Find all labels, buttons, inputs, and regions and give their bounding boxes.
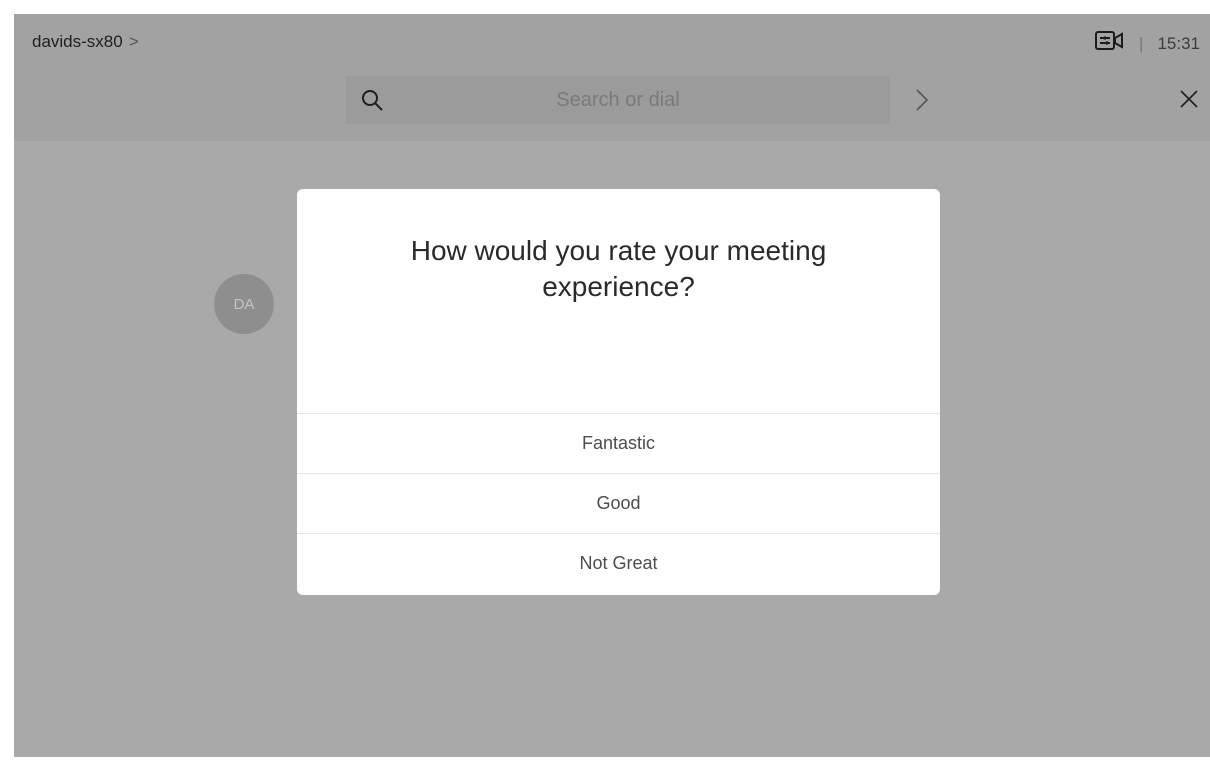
close-icon bbox=[1180, 90, 1198, 108]
chevron-right-icon: > bbox=[128, 32, 139, 51]
rating-option-good[interactable]: Good bbox=[297, 473, 940, 533]
rating-option-fantastic[interactable]: Fantastic bbox=[297, 413, 940, 473]
close-button[interactable] bbox=[1176, 86, 1202, 112]
avatar-initials: DA bbox=[233, 295, 255, 313]
rating-question: How would you rate your meeting experien… bbox=[410, 235, 827, 302]
camera-selfview-icon[interactable] bbox=[1095, 30, 1125, 57]
clock: 15:31 bbox=[1157, 33, 1200, 53]
touch-panel-screen: davids-sx80 > | 15:31 Search or dial DA … bbox=[14, 14, 1210, 757]
participant-avatar: DA bbox=[214, 274, 274, 334]
rating-options: Fantastic Good Not Great bbox=[297, 413, 940, 593]
rating-option-not-great[interactable]: Not Great bbox=[297, 533, 940, 593]
status-area: | 15:31 bbox=[1095, 30, 1200, 57]
search-go-button[interactable] bbox=[910, 84, 934, 116]
chevron-right-icon bbox=[916, 89, 929, 111]
device-name-button[interactable]: davids-sx80 > bbox=[32, 32, 139, 52]
rating-dialog: How would you rate your meeting experien… bbox=[297, 189, 940, 595]
top-bar: davids-sx80 > | 15:31 bbox=[14, 14, 1210, 141]
status-separator: | bbox=[1139, 33, 1144, 53]
search-input[interactable] bbox=[384, 87, 852, 113]
device-name-label: davids-sx80 bbox=[32, 32, 123, 51]
search-field[interactable] bbox=[346, 76, 890, 124]
search-icon bbox=[362, 90, 383, 111]
